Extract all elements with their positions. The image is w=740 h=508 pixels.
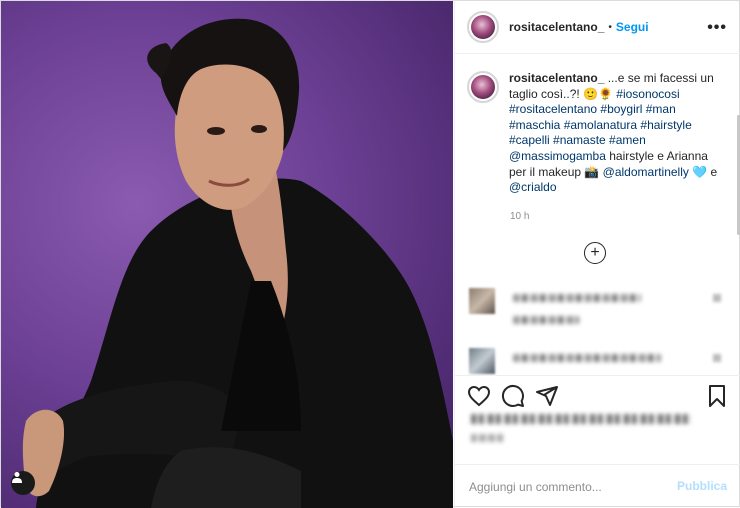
publish-button[interactable]: Pubblica — [677, 479, 727, 493]
post-time: 10 h — [510, 211, 530, 222]
comment-text-blurred — [513, 354, 661, 362]
post-photo[interactable] — [1, 1, 453, 508]
comment-icon[interactable] — [501, 384, 525, 408]
comment-input[interactable] — [469, 479, 669, 494]
caption-mention-stylist[interactable]: @massimogamba — [509, 149, 606, 163]
comment-meta-blurred — [513, 316, 579, 324]
comment-row-blurred — [467, 348, 737, 375]
author-avatar[interactable] — [467, 11, 499, 43]
post-actions — [455, 375, 740, 465]
comment-avatar-blurred — [469, 288, 495, 314]
separator-dot: • — [608, 21, 612, 33]
comment-avatar-blurred — [469, 348, 495, 374]
instagram-post-window: rositacelentano_ • Segui ••• rositacelen… — [0, 0, 740, 508]
heart-icon[interactable] — [713, 294, 721, 302]
comment-box: Pubblica — [455, 464, 740, 508]
bookmark-icon[interactable] — [705, 384, 729, 408]
heart-icon[interactable] — [713, 354, 721, 362]
caption-text: rositacelentano_ ...e se mi facessi un t… — [509, 71, 727, 196]
likes-summary-blurred — [471, 414, 691, 424]
plus-circle-icon[interactable]: + — [584, 242, 606, 264]
comment-text-blurred — [513, 294, 641, 302]
person-icon — [12, 472, 22, 483]
portrait-illustration — [22, 18, 453, 508]
likes-meta-blurred — [471, 434, 503, 442]
author-username[interactable]: rositacelentano_ — [509, 20, 604, 34]
share-icon[interactable] — [535, 384, 559, 408]
caption-username[interactable]: rositacelentano_ — [509, 71, 604, 85]
post-header: rositacelentano_ • Segui ••• — [455, 1, 740, 54]
caption-mention-photographer[interactable]: @aldomartinelly — [603, 165, 689, 179]
post-side-panel: rositacelentano_ • Segui ••• rositacelen… — [454, 1, 740, 508]
caption-mention-crialdo[interactable]: @crialdo — [509, 180, 557, 194]
caption-heart: 🩵 e — [688, 164, 718, 179]
caption: rositacelentano_ ...e se mi facessi un t… — [467, 71, 735, 196]
heart-icon[interactable] — [467, 384, 491, 408]
user-tag-button[interactable] — [11, 471, 35, 495]
caption-avatar[interactable] — [467, 71, 499, 103]
comment-row-blurred — [467, 288, 737, 324]
more-dots-icon[interactable]: ••• — [707, 19, 727, 37]
comments-section: rositacelentano_ ...e se mi facessi un t… — [455, 55, 740, 375]
follow-button[interactable]: Segui — [616, 20, 649, 34]
